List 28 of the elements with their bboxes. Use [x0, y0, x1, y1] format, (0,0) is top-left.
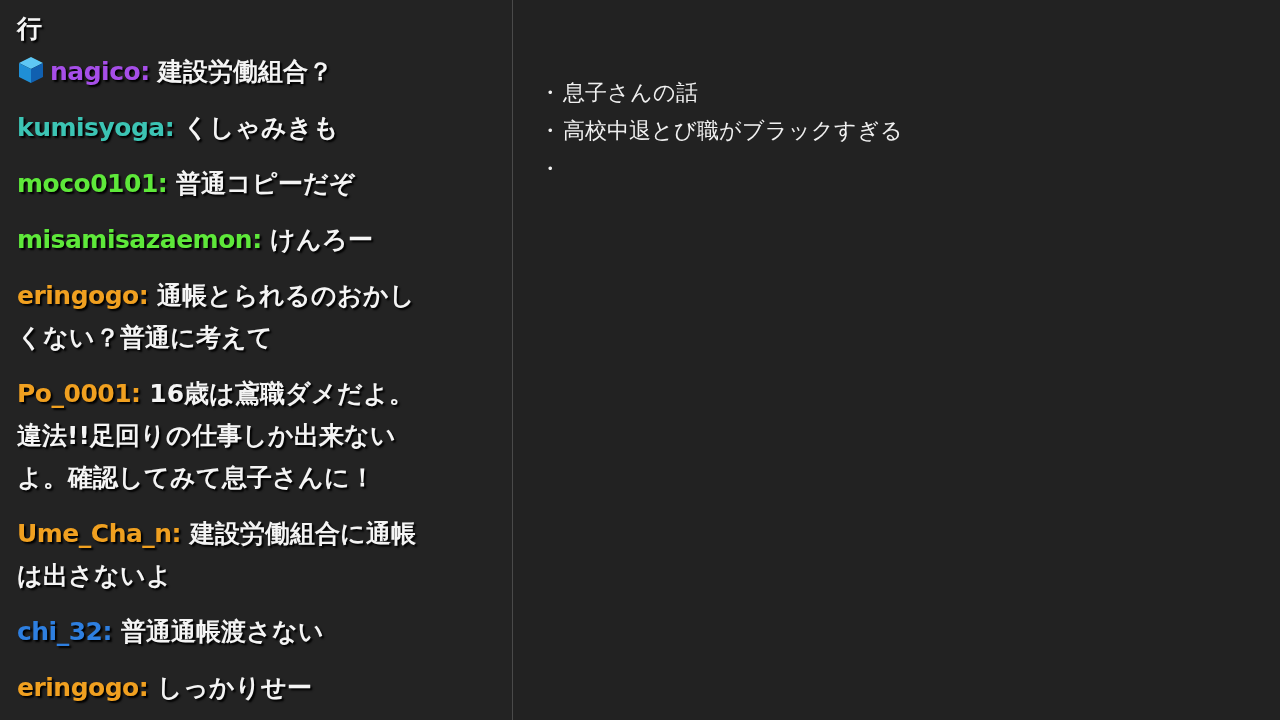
- bullet: ・: [539, 156, 561, 181]
- note-text: 息子さんの話: [563, 80, 698, 105]
- username[interactable]: chi_32:: [17, 617, 112, 646]
- message-text: けんろー: [270, 225, 374, 254]
- message-text: 建設労働組合に通帳: [189, 519, 416, 548]
- username[interactable]: Po_0001:: [17, 379, 141, 408]
- username[interactable]: moco0101:: [17, 169, 168, 198]
- message-text: 16歳は鳶職ダメだよ。: [149, 379, 415, 408]
- bullet: ・: [539, 118, 561, 143]
- username[interactable]: Ume_Cha_n:: [17, 519, 182, 548]
- message-text: くない？普通に考えて: [17, 323, 273, 352]
- message-text: 普通通帳渡さない: [120, 617, 324, 646]
- username[interactable]: eringogo:: [17, 673, 149, 702]
- message-text: 建設労働組合？: [158, 57, 334, 86]
- message-text: は出さないよ: [17, 561, 172, 590]
- username[interactable]: kumisyoga:: [17, 113, 175, 142]
- username[interactable]: eringogo:: [17, 281, 149, 310]
- message-text: 違法!!足回りの仕事しか出来ない: [17, 421, 396, 450]
- message-text: 行: [17, 14, 42, 43]
- message-text: よ。確認してみて息子さんに！: [17, 463, 375, 492]
- note-text: 高校中退とび職がブラックすぎる: [563, 118, 903, 143]
- bullet: ・: [539, 80, 561, 105]
- message-text: くしゃみきも: [182, 113, 339, 142]
- username[interactable]: misamisazaemon:: [17, 225, 262, 254]
- message-text: しっかりせー: [157, 673, 312, 702]
- username[interactable]: nagico:: [50, 57, 150, 86]
- message-text: 通帳とられるのおかし: [157, 281, 415, 310]
- message-text: 普通コピーだぞ: [176, 169, 356, 198]
